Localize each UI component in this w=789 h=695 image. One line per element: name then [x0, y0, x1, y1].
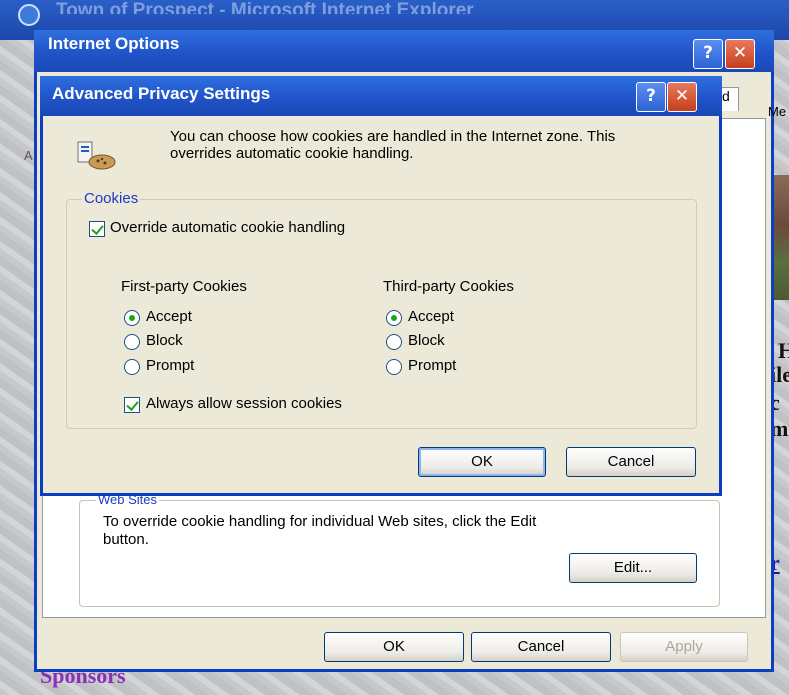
label-fragment: A — [24, 148, 33, 163]
ok-button[interactable]: OK — [324, 632, 464, 662]
help-button[interactable]: ? — [636, 82, 666, 112]
first-party-accept-radio[interactable] — [124, 310, 140, 326]
first-party-prompt-label[interactable]: Prompt — [146, 357, 194, 374]
advanced-privacy-title: Advanced Privacy Settings — [52, 84, 271, 103]
third-party-prompt-label[interactable]: Prompt — [408, 357, 456, 374]
third-party-accept-label[interactable]: Accept — [408, 308, 454, 325]
ie-page-text: H — [778, 338, 789, 363]
websites-description: To override cookie handling for individu… — [103, 513, 537, 548]
third-party-block-radio[interactable] — [386, 334, 402, 350]
override-label[interactable]: Override automatic cookie handling — [110, 219, 345, 236]
third-party-prompt-radio[interactable] — [386, 359, 402, 375]
cancel-button[interactable]: Cancel — [566, 447, 696, 477]
cancel-button[interactable]: Cancel — [471, 632, 611, 662]
first-party-block-label[interactable]: Block — [146, 332, 183, 349]
close-button[interactable]: ✕ — [667, 82, 697, 112]
privacy-intro-text: You can choose how cookies are handled i… — [170, 128, 616, 162]
third-party-block-label[interactable]: Block — [408, 332, 445, 349]
first-party-prompt-radio[interactable] — [124, 359, 140, 375]
cookies-legend: Cookies — [82, 190, 141, 207]
tab-advanced-fragment[interactable]: d — [719, 87, 739, 111]
ok-button[interactable]: OK — [418, 447, 546, 477]
session-cookies-label[interactable]: Always allow session cookies — [146, 395, 342, 412]
close-button[interactable]: ✕ — [725, 39, 755, 69]
third-party-accept-radio[interactable] — [386, 310, 402, 326]
first-party-block-radio[interactable] — [124, 334, 140, 350]
help-button[interactable]: ? — [693, 39, 723, 69]
ie-window-title: Town of Prospect - Microsoft Internet Ex… — [56, 0, 474, 14]
first-party-heading: First-party Cookies — [121, 278, 247, 295]
first-party-accept-label[interactable]: Accept — [146, 308, 192, 325]
edit-button[interactable]: Edit... — [569, 553, 697, 583]
override-checkbox[interactable] — [89, 221, 105, 237]
third-party-heading: Third-party Cookies — [383, 278, 514, 295]
tab-fragment[interactable]: Me — [768, 104, 786, 119]
ie-app-icon — [18, 4, 40, 26]
cookie-icon — [77, 141, 116, 170]
internet-options-title: Internet Options — [48, 34, 180, 53]
session-cookies-checkbox[interactable] — [124, 397, 140, 413]
apply-button[interactable]: Apply — [620, 632, 748, 662]
